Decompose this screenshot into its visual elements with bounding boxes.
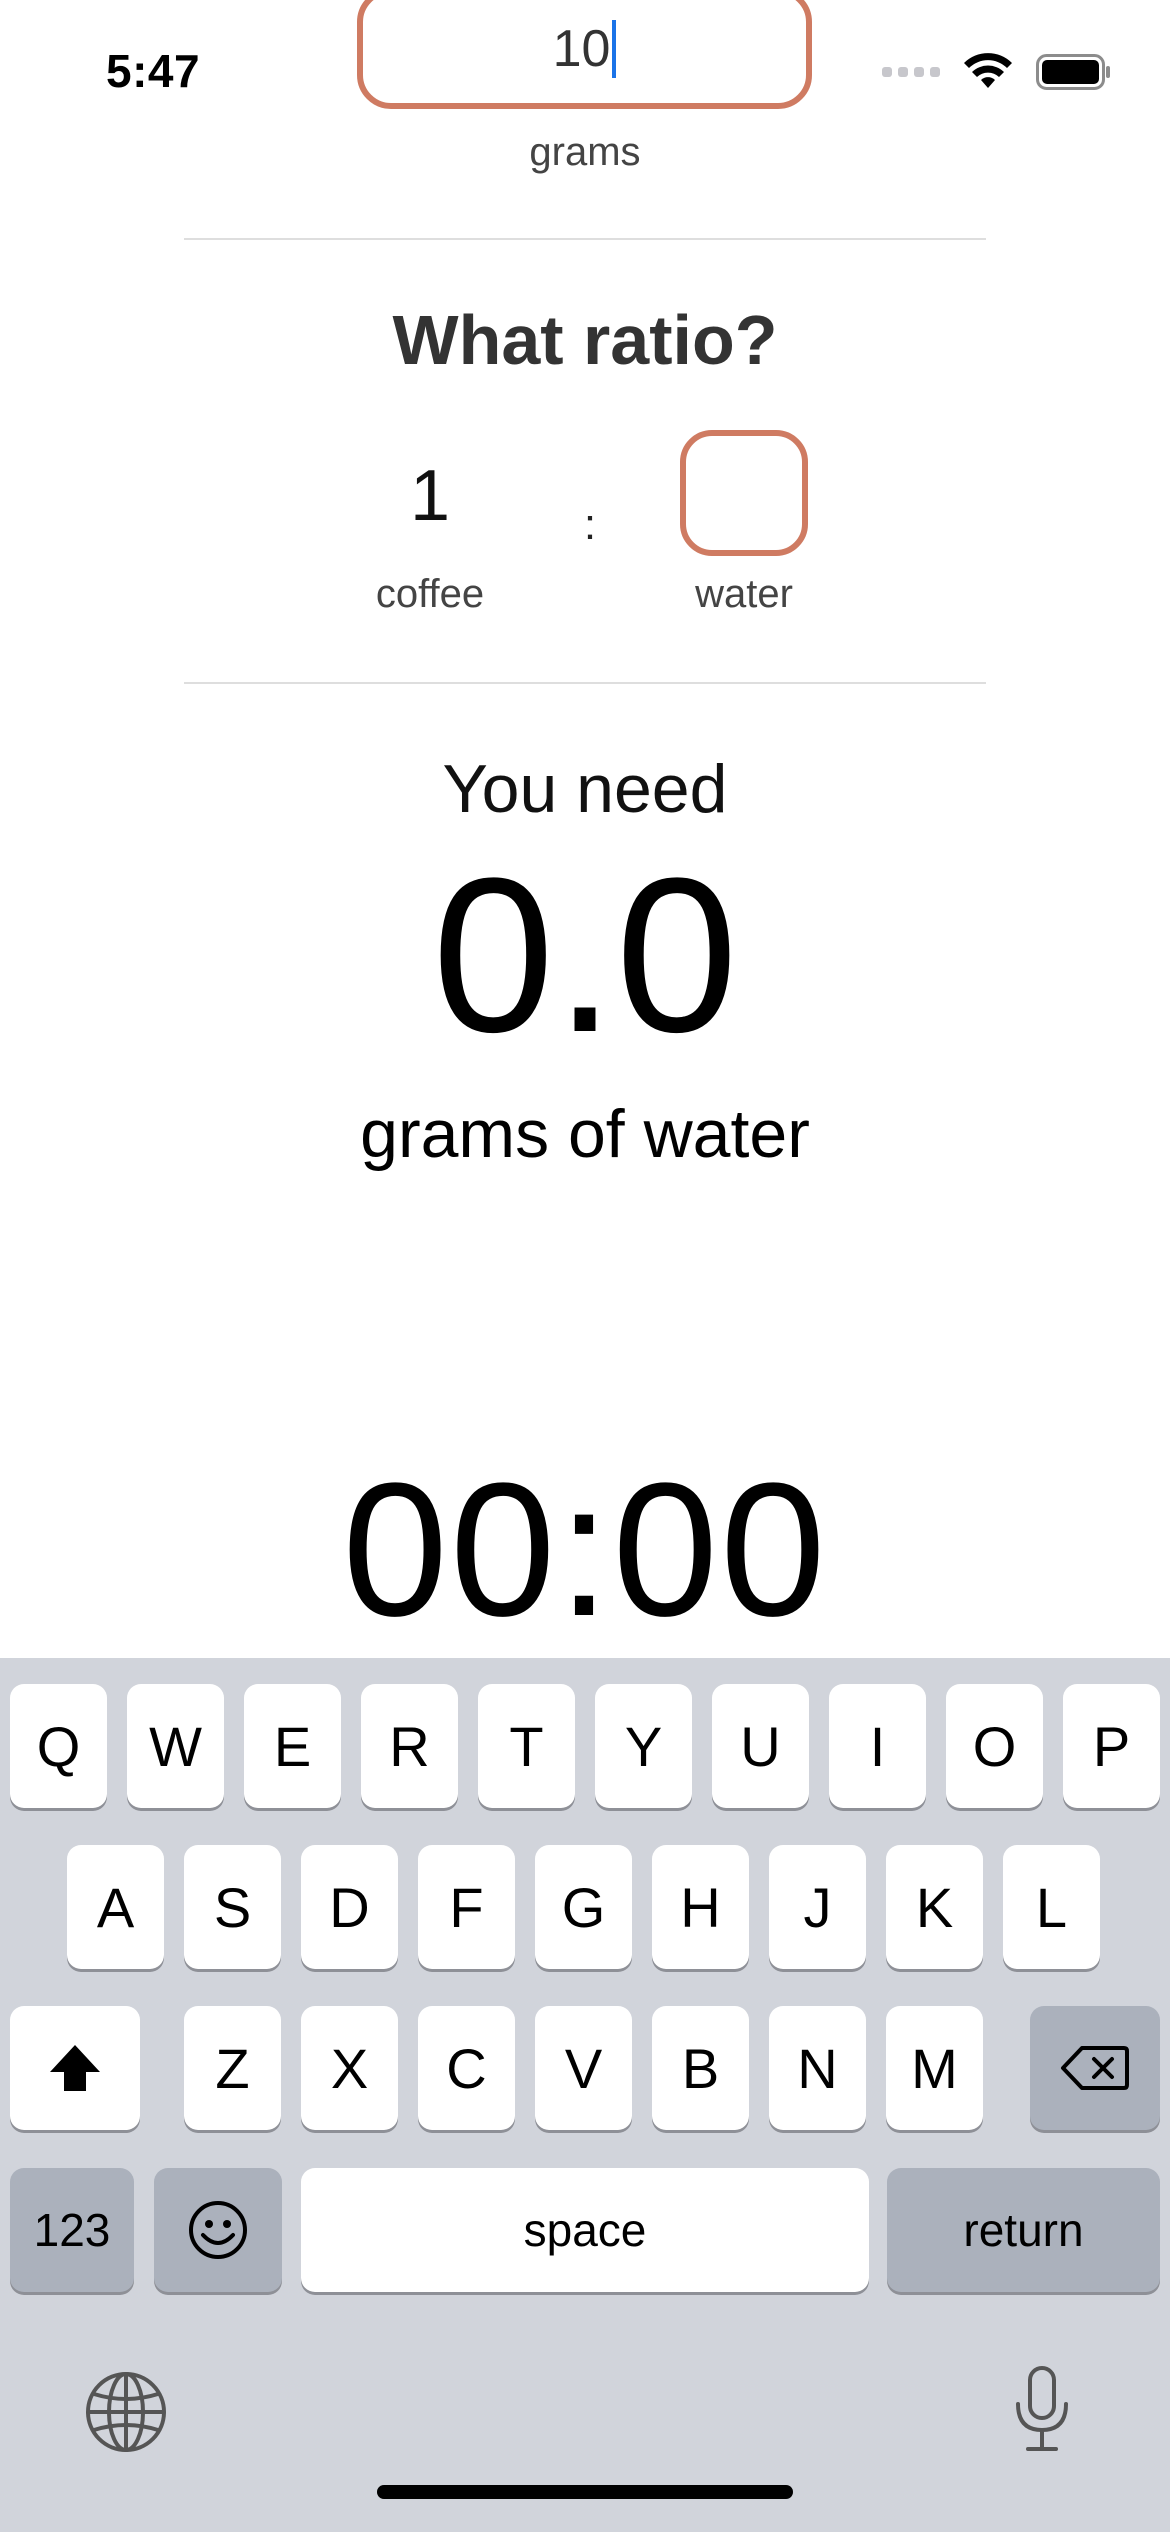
key-x[interactable]: X bbox=[301, 2006, 398, 2130]
key-f[interactable]: F bbox=[418, 1845, 515, 1969]
ratio-separator: : bbox=[583, 500, 597, 549]
key-z[interactable]: Z bbox=[184, 2006, 281, 2130]
microphone-icon[interactable] bbox=[1010, 2364, 1074, 2454]
status-time: 5:47 bbox=[106, 45, 201, 97]
keyboard: Q W E R T Y U I O P A S D F G H J K L Z … bbox=[0, 1658, 1170, 2532]
key-g[interactable]: G bbox=[535, 1845, 632, 1969]
wifi-icon bbox=[964, 53, 1012, 88]
key-r[interactable]: R bbox=[361, 1684, 458, 1808]
home-indicator[interactable] bbox=[377, 2485, 793, 2499]
ratio-water-input[interactable] bbox=[680, 430, 808, 556]
key-i[interactable]: I bbox=[829, 1684, 926, 1808]
key-o[interactable]: O bbox=[946, 1684, 1043, 1808]
coffee-amount-value: 10 bbox=[552, 19, 611, 78]
key-w[interactable]: W bbox=[127, 1684, 224, 1808]
key-q[interactable]: Q bbox=[10, 1684, 107, 1808]
return-key[interactable]: return bbox=[887, 2168, 1160, 2292]
coffee-amount-input[interactable]: 10 bbox=[357, 0, 812, 109]
key-a[interactable]: A bbox=[67, 1845, 164, 1969]
backspace-icon bbox=[1061, 2046, 1129, 2090]
result-unit: grams of water bbox=[360, 1096, 810, 1172]
key-h[interactable]: H bbox=[652, 1845, 749, 1969]
ratio-coffee-value: 1 bbox=[409, 456, 451, 536]
numbers-key-label: 123 bbox=[33, 2204, 111, 2256]
key-t[interactable]: T bbox=[478, 1684, 575, 1808]
key-b[interactable]: B bbox=[652, 2006, 749, 2130]
ratio-title: What ratio? bbox=[392, 301, 778, 379]
key-p[interactable]: P bbox=[1063, 1684, 1160, 1808]
space-key[interactable]: space bbox=[301, 2168, 869, 2292]
coffee-unit-label: grams bbox=[529, 130, 641, 174]
text-caret bbox=[612, 19, 617, 78]
space-key-label: space bbox=[523, 2204, 647, 2256]
key-j[interactable]: J bbox=[769, 1845, 866, 1969]
key-k[interactable]: K bbox=[886, 1845, 983, 1969]
return-key-label: return bbox=[963, 2204, 1084, 2256]
result-prefix: You need bbox=[442, 751, 728, 827]
key-s[interactable]: S bbox=[184, 1845, 281, 1969]
key-d[interactable]: D bbox=[301, 1845, 398, 1969]
key-u[interactable]: U bbox=[712, 1684, 809, 1808]
emoji-icon bbox=[189, 2201, 247, 2259]
key-m[interactable]: M bbox=[886, 2006, 983, 2130]
divider bbox=[184, 682, 986, 684]
key-v[interactable]: V bbox=[535, 2006, 632, 2130]
result-value: 0.0 bbox=[432, 832, 738, 1078]
key-l[interactable]: L bbox=[1003, 1845, 1100, 1969]
battery-icon bbox=[1036, 54, 1110, 90]
cellular-signal-icon bbox=[882, 67, 940, 77]
delete-key[interactable] bbox=[1030, 2006, 1160, 2130]
status-icons bbox=[882, 52, 1112, 92]
emoji-key[interactable] bbox=[154, 2168, 282, 2292]
timer-display[interactable]: 00:00 bbox=[0, 1455, 1170, 1645]
divider bbox=[184, 238, 986, 240]
numbers-key[interactable]: 123 bbox=[10, 2168, 134, 2292]
shift-icon bbox=[50, 2045, 100, 2091]
globe-icon[interactable] bbox=[84, 2370, 168, 2454]
key-n[interactable]: N bbox=[769, 2006, 866, 2130]
key-e[interactable]: E bbox=[244, 1684, 341, 1808]
shift-key[interactable] bbox=[10, 2006, 140, 2130]
ratio-coffee-label: coffee bbox=[375, 572, 485, 616]
key-y[interactable]: Y bbox=[595, 1684, 692, 1808]
ratio-water-label: water bbox=[695, 572, 793, 616]
key-c[interactable]: C bbox=[418, 2006, 515, 2130]
